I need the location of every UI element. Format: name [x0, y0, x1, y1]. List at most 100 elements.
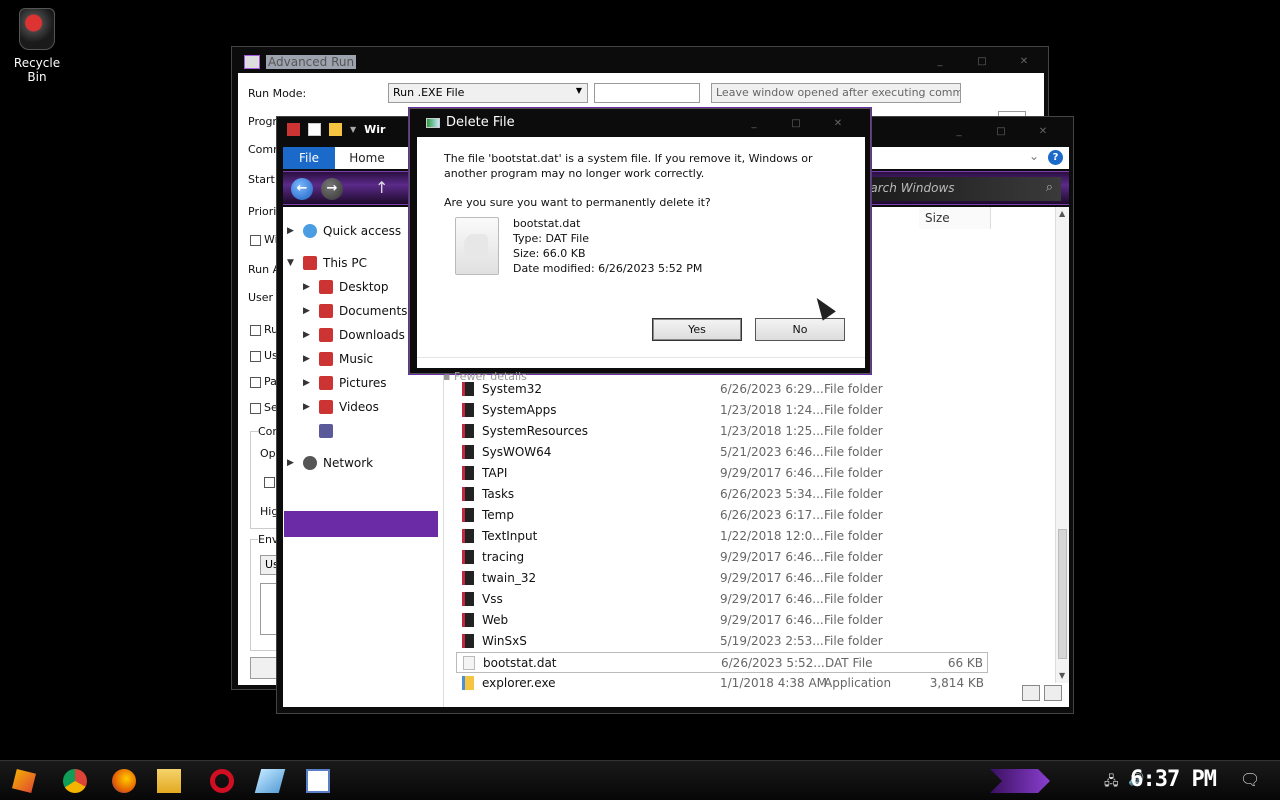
file-row[interactable]: explorer.exe 1/1/2018 4:38 AM Application 3…: [456, 673, 988, 694]
column-header-size[interactable]: Size: [919, 207, 991, 229]
dialog-question: Are you sure you want to permanently del…: [444, 196, 711, 209]
taskbar-clock[interactable]: 6:37 PM: [1130, 767, 1217, 792]
nav-item-icon: [319, 280, 333, 294]
file-row[interactable]: System32 6/26/2023 6:29... File folder: [456, 379, 988, 400]
dialog-title: Delete File: [446, 115, 515, 130]
advanced-run-taskbar-icon[interactable]: [306, 769, 330, 793]
expand-arrow-icon[interactable]: ▶: [303, 306, 313, 316]
close-button[interactable]: ✕: [1006, 55, 1042, 71]
minimize-button[interactable]: _: [922, 55, 958, 71]
chrome-icon[interactable]: [63, 769, 87, 793]
file-row[interactable]: bootstat.dat 6/26/2023 5:52... DAT File 66 …: [456, 652, 988, 673]
expand-arrow-icon[interactable]: ▶: [287, 226, 297, 236]
leave-window-opened-button[interactable]: Leave window opened after executing comm: [711, 83, 961, 103]
folder-icon: [462, 445, 474, 459]
file-row[interactable]: Tasks 6/26/2023 5:34... File folder: [456, 484, 988, 505]
dialog-maximize-button[interactable]: □: [778, 117, 814, 133]
run-mode-select[interactable]: Run .EXE File ▼: [388, 83, 588, 103]
expand-arrow-icon[interactable]: ▶: [303, 354, 313, 364]
nav-item-desktop[interactable]: ▶ Desktop: [303, 276, 389, 298]
network-icon[interactable]: 🖧: [1104, 772, 1119, 794]
nav-item-quick-access[interactable]: ▶ Quick access: [287, 220, 401, 242]
tab-home[interactable]: Home: [341, 147, 393, 169]
file-row[interactable]: tracing 9/29/2017 6:46... File folder: [456, 547, 988, 568]
taskbar-decoration: [990, 769, 1050, 793]
properties-icon[interactable]: [308, 123, 321, 136]
run-mode-extra-field[interactable]: [594, 83, 700, 103]
file-row[interactable]: twain_32 9/29/2017 6:46... File folder: [456, 568, 988, 589]
file-row[interactable]: WinSxS 5/19/2023 2:53... File folder: [456, 631, 988, 652]
option-checkbox-4[interactable]: [250, 403, 261, 414]
nav-item-music[interactable]: ▶ Music: [303, 348, 373, 370]
file-explorer-taskbar-icon[interactable]: [157, 769, 181, 793]
file-row[interactable]: TAPI 9/29/2017 6:46... File folder: [456, 463, 988, 484]
firefox-icon[interactable]: [112, 769, 136, 793]
expand-arrow-icon[interactable]: ▶: [303, 378, 313, 388]
scroll-up-arrow[interactable]: ▲: [1059, 209, 1065, 218]
file-row[interactable]: SystemResources 1/23/2018 1:25... File fol…: [456, 421, 988, 442]
option-checkbox-1[interactable]: [250, 325, 261, 336]
nav-item-icon: [319, 328, 333, 342]
expand-arrow-icon[interactable]: ▶: [303, 402, 313, 412]
expand-arrow-icon[interactable]: ▶: [287, 458, 297, 468]
nav-item-pictures[interactable]: ▶ Pictures: [303, 372, 387, 394]
start-button[interactable]: [12, 769, 36, 793]
explorer-maximize-button[interactable]: □: [983, 125, 1019, 141]
expand-arrow-icon[interactable]: ▶: [303, 330, 313, 340]
maximize-button[interactable]: □: [964, 55, 1000, 71]
nav-item-downloads[interactable]: ▶ Downloads: [303, 324, 405, 346]
details-view-button[interactable]: [1022, 685, 1040, 701]
no-button[interactable]: No: [755, 318, 845, 341]
file-row[interactable]: Web 9/29/2017 6:46... File folder: [456, 610, 988, 631]
option-checkbox-2[interactable]: [250, 351, 261, 362]
file-size: 3,814 KB: [929, 676, 984, 690]
expand-arrow-icon[interactable]: ▼: [287, 258, 297, 268]
chevron-down-icon[interactable]: ⌄: [1029, 149, 1039, 163]
file-size: 66 KB: [947, 656, 983, 670]
file-row[interactable]: SysWOW64 5/21/2023 6:46... File folder: [456, 442, 988, 463]
dialog-close-button[interactable]: ✕: [820, 117, 856, 133]
large-icons-view-button[interactable]: [1044, 685, 1062, 701]
window-state-checkbox[interactable]: [250, 235, 261, 246]
tab-file[interactable]: File: [283, 147, 335, 169]
option-label-3: Pa: [264, 375, 277, 388]
nav-item-documents[interactable]: ▶ Documents: [303, 300, 407, 322]
dialog-minimize-button[interactable]: _: [736, 117, 772, 133]
file-row[interactable]: Temp 6/26/2023 6:17... File folder: [456, 505, 988, 526]
vertical-scrollbar[interactable]: ▲ ▼: [1055, 207, 1069, 683]
customize-toolbar-icon[interactable]: ▼: [350, 125, 356, 134]
scroll-down-arrow[interactable]: ▼: [1059, 671, 1065, 680]
nav-item-videos[interactable]: ▶ Videos: [303, 396, 379, 418]
file-row[interactable]: TextInput 1/22/2018 12:0... File folder: [456, 526, 988, 547]
expand-arrow-icon[interactable]: ▶: [303, 282, 313, 292]
new-folder-icon[interactable]: [329, 123, 342, 136]
forward-button[interactable]: →: [321, 178, 343, 200]
app-taskbar-icon[interactable]: [254, 769, 286, 793]
up-button[interactable]: ↑: [375, 178, 388, 197]
help-icon[interactable]: ?: [1048, 150, 1063, 165]
nav-item-local-disk-c[interactable]: ▶ Local Disk (C:): [303, 420, 425, 442]
file-name: WinSxS: [482, 634, 527, 648]
back-button[interactable]: ←: [291, 178, 313, 200]
file-name: Web: [482, 613, 509, 627]
expand-arrow-icon[interactable]: ▶: [303, 426, 313, 436]
group-option-checkbox[interactable]: [264, 477, 275, 488]
opera-icon[interactable]: [210, 769, 234, 793]
nav-item-network[interactable]: ▶ Network: [287, 452, 373, 474]
yes-button[interactable]: Yes: [652, 318, 742, 341]
search-input[interactable]: earch Windows ⌕: [855, 177, 1061, 201]
file-date: 9/29/2017 6:46...: [720, 592, 824, 606]
file-row[interactable]: SystemApps 1/23/2018 1:24... File folder: [456, 400, 988, 421]
explorer-close-button[interactable]: ✕: [1025, 125, 1061, 141]
folder-icon: [462, 592, 474, 606]
fewer-details-toggle[interactable]: ▪ Fewer details: [443, 370, 527, 383]
option-checkbox-3[interactable]: [250, 377, 261, 388]
notifications-icon[interactable]: 🗨: [1240, 770, 1260, 789]
file-icon: [463, 656, 475, 670]
recycle-bin-desktop-icon[interactable]: Recycle Bin: [6, 8, 68, 84]
file-row[interactable]: Vss 9/29/2017 6:46... File folder: [456, 589, 988, 610]
explorer-minimize-button[interactable]: _: [941, 125, 977, 141]
scrollbar-thumb[interactable]: [1058, 529, 1067, 659]
folder-icon: [462, 382, 474, 396]
nav-item-this-pc[interactable]: ▼ This PC: [287, 252, 367, 274]
